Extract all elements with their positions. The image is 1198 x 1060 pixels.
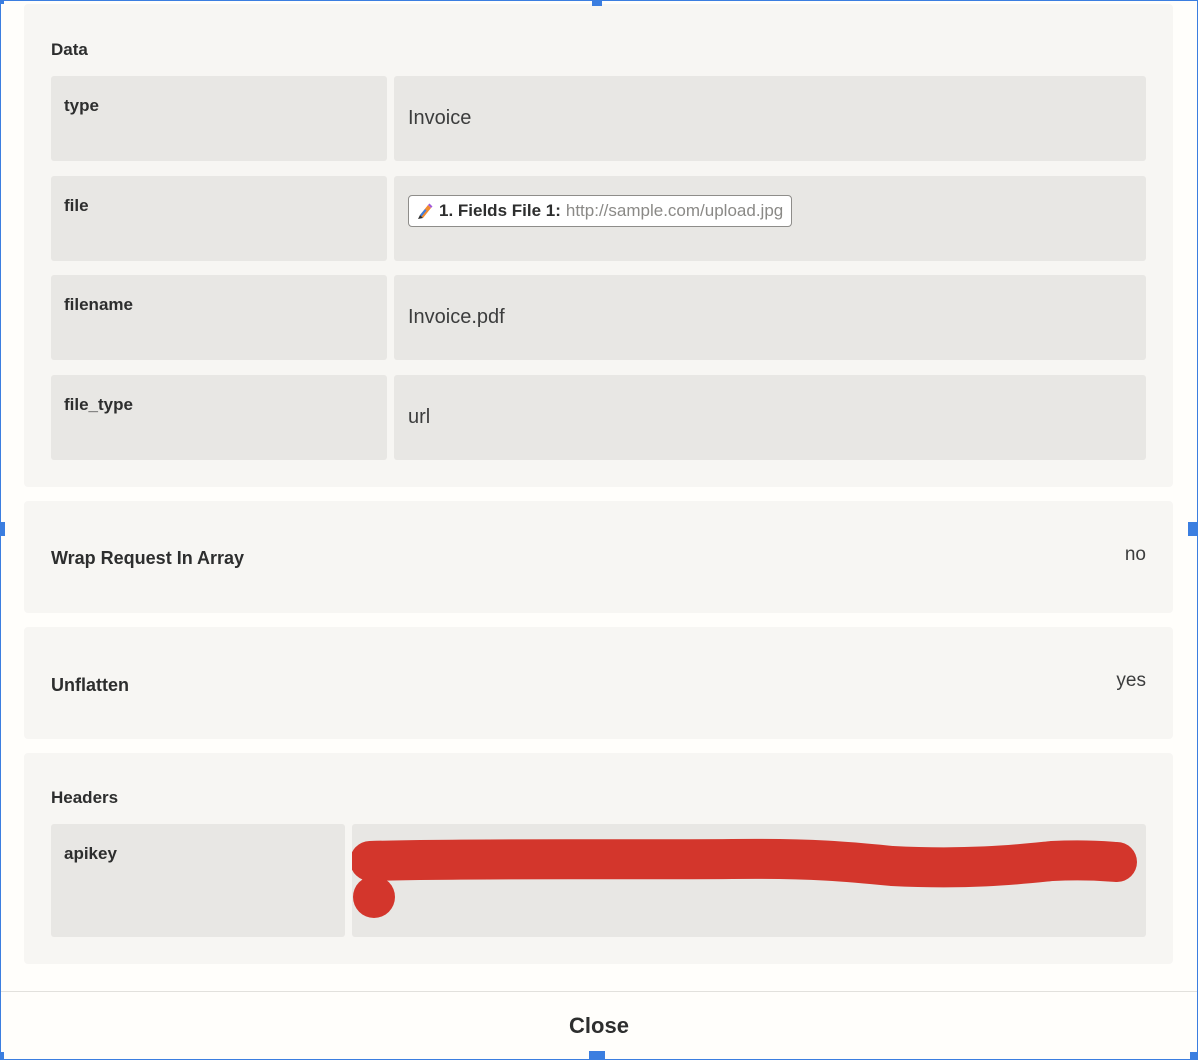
data-panel: Data type Invoice file 1. Fields File 1:… [24,4,1173,487]
field-value-file: 1. Fields File 1: http://sample.com/uplo… [394,176,1146,261]
wrap-request-value: no [1124,544,1146,565]
resize-handle-right[interactable] [1188,522,1198,536]
wrap-request-panel: Wrap Request In Array no [24,501,1173,613]
field-key-file: file [51,176,387,261]
header-value-apikey [352,824,1146,937]
field-value-filename: Invoice.pdf [394,275,1146,360]
unflatten-value: yes [1116,670,1146,691]
field-value-file-type-text: url [408,406,431,428]
headers-section-title: Headers [51,788,119,807]
formatter-pencil-icon [418,203,433,219]
unflatten-label: Unflatten [51,675,129,695]
field-value-file-type: url [394,375,1146,460]
close-button[interactable]: Close [563,1012,635,1040]
pill-label: 1. Fields File 1: [439,200,561,220]
field-key-type: type [51,76,387,161]
field-value-type: Invoice [394,76,1146,161]
headers-panel: Headers apikey [24,753,1173,964]
modal-footer: Close [1,991,1197,1060]
mapped-field-pill[interactable]: 1. Fields File 1: http://sample.com/uplo… [408,194,793,227]
field-value-type-text: Invoice [408,107,472,129]
pill-value: http://sample.com/upload.jpg [565,200,784,220]
unflatten-panel: Unflatten yes [24,627,1173,739]
field-key-filename: filename [51,275,387,360]
header-key-apikey: apikey [51,824,345,937]
field-key-file-type: file_type [51,375,387,460]
resize-handle-left[interactable] [0,522,5,536]
wrap-request-label: Wrap Request In Array [51,548,245,568]
resize-handle-top-left[interactable] [0,0,4,4]
field-value-filename-text: Invoice.pdf [408,306,505,328]
red-scribble-redaction [352,838,1137,918]
data-section-title: Data [51,40,88,59]
